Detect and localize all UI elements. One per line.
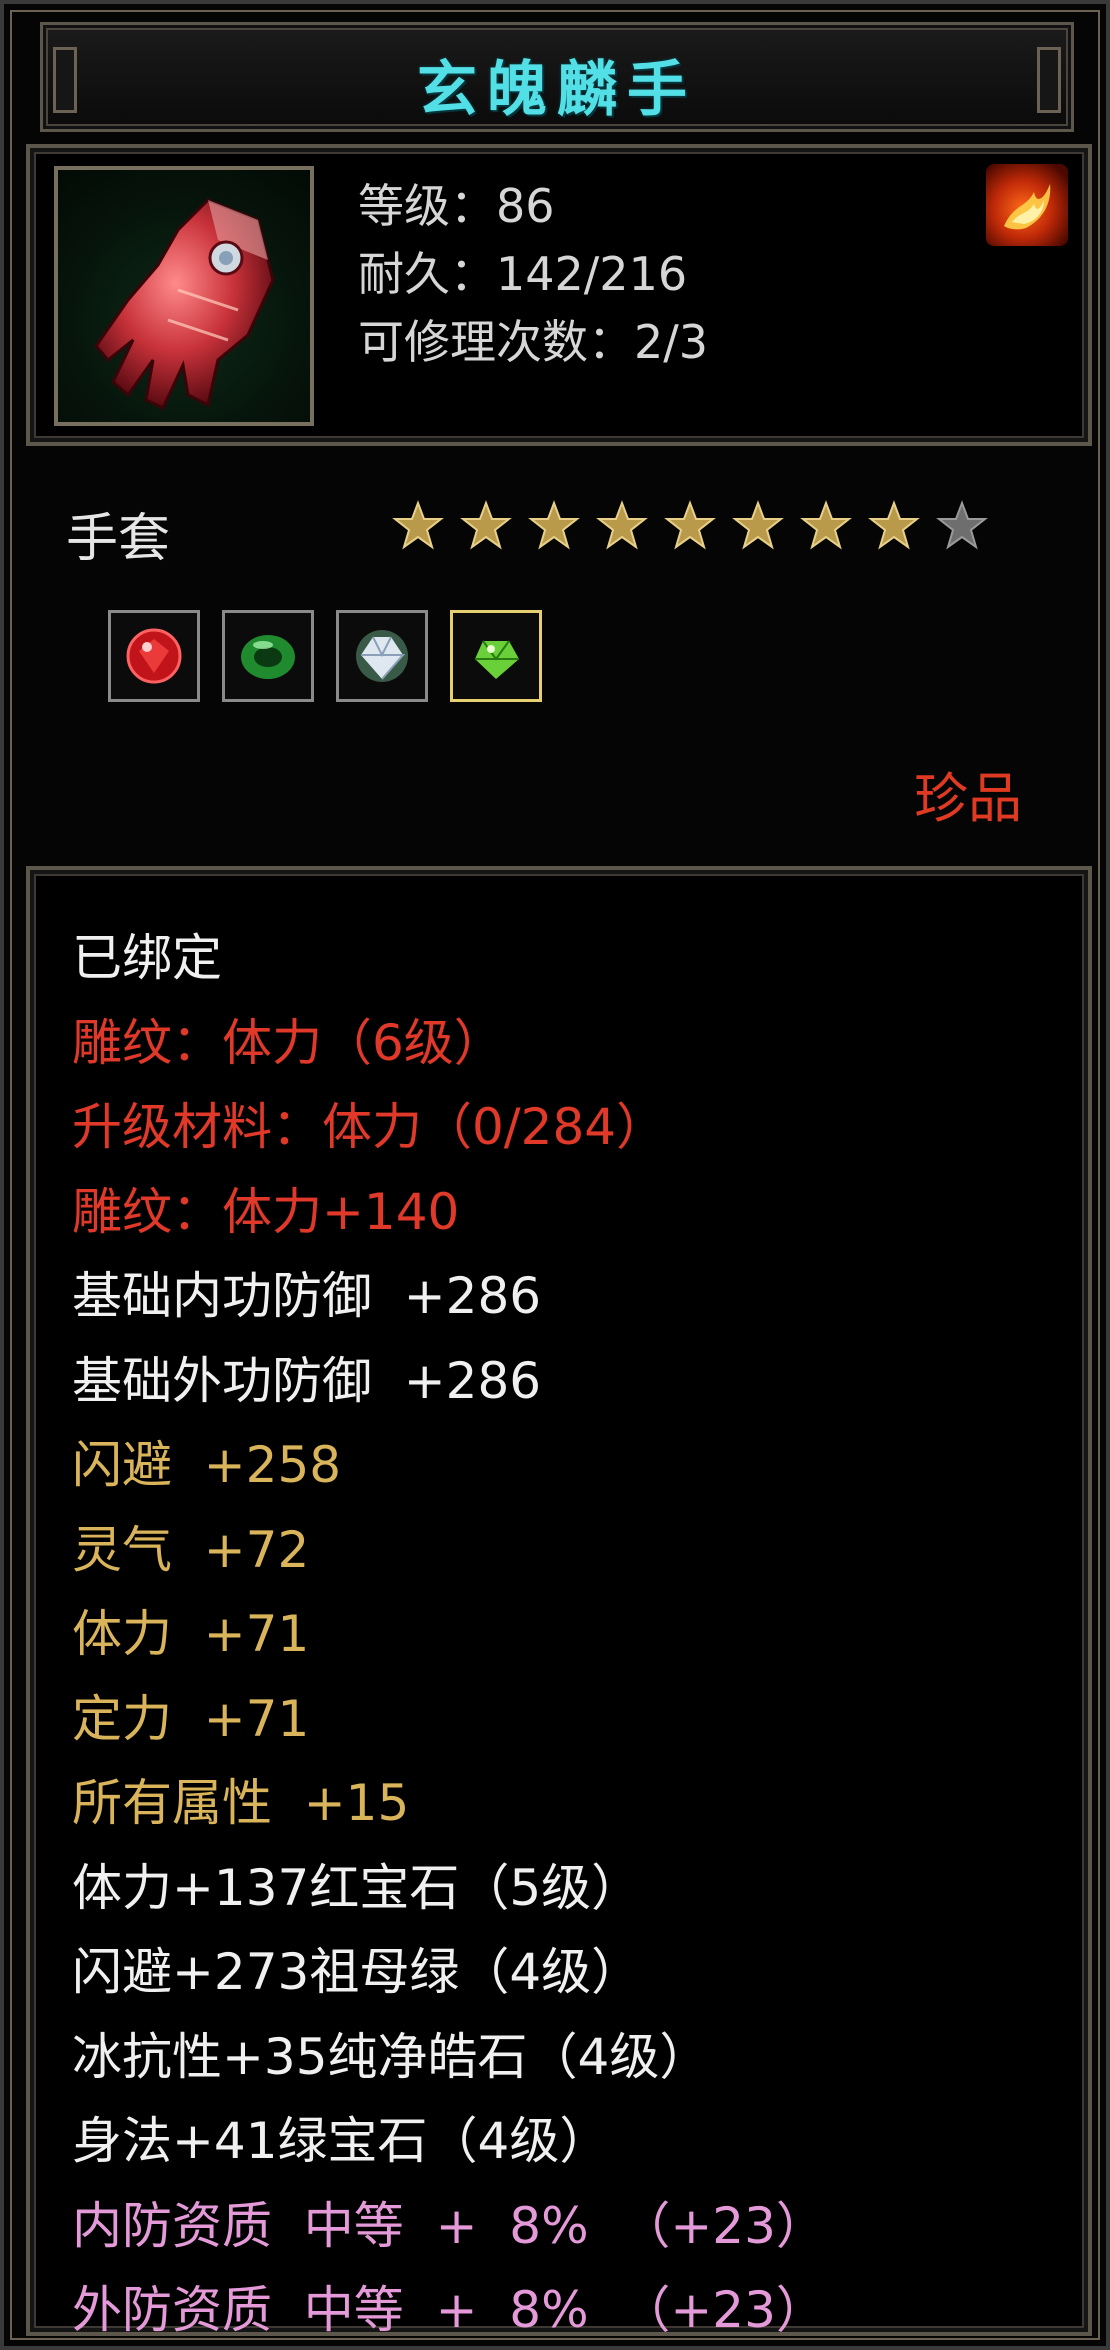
- attribute-line: 体力+137红宝石（5级）: [72, 1858, 642, 1917]
- rarity-label: 珍品: [914, 767, 1022, 830]
- item-tooltip-frame: 玄魄麟手 等级：86 耐久：142/216 可修理次数：2/3 手套 珍品 已绑…: [0, 0, 1110, 2350]
- attribute-line: 体力 +71: [72, 1605, 310, 1663]
- star-rating: [392, 500, 988, 552]
- star-filled-icon: [868, 500, 920, 550]
- gauntlet-icon: [54, 166, 314, 426]
- attribute-line: 基础外功防御 +286: [72, 1351, 542, 1410]
- fire-badge-icon: [986, 164, 1068, 246]
- item-durability: 耐久：142/216: [358, 247, 688, 301]
- attribute-list: 已绑定雕纹：体力（6级） 升级材料：体力（0/284） 雕纹：体力+140 基础内功防…: [26, 866, 1092, 2339]
- equipment-type: 手套: [66, 509, 171, 569]
- title-bar: 玄魄麟手: [40, 22, 1074, 132]
- star-filled-icon: [596, 500, 648, 550]
- item-repair-count: 可修理次数：2/3: [358, 315, 709, 369]
- attribute-line: 外防资质 中等 + 8% （+23）: [72, 2281, 826, 2339]
- attribute-line: 基础内功防御 +286: [72, 1267, 542, 1325]
- star-empty-icon: [936, 500, 988, 550]
- gem-slots: [108, 610, 542, 702]
- item-info-box: 等级：86 耐久：142/216 可修理次数：2/3: [26, 144, 1092, 446]
- attribute-line: 身法+41绿宝石（4级）: [72, 2112, 610, 2170]
- star-filled-icon: [392, 500, 444, 550]
- peridot-gem-icon[interactable]: [450, 610, 542, 702]
- emerald-gem-icon[interactable]: [222, 610, 314, 702]
- attribute-line: 闪避+273祖母绿（4级）: [72, 1943, 642, 2001]
- attribute-line: 灵气 +72: [72, 1520, 310, 1579]
- attribute-line: 定力 +71: [72, 1689, 310, 1748]
- attribute-line: 冰抗性+35纯净皓石（4级）: [72, 2027, 710, 2086]
- attribute-line: 内防资质 中等 + 8% （+23）: [72, 2196, 826, 2255]
- star-filled-icon: [664, 500, 716, 550]
- star-filled-icon: [732, 500, 784, 550]
- star-filled-icon: [460, 500, 512, 550]
- ruby-gem-icon[interactable]: [108, 610, 200, 702]
- attribute-line: 雕纹：体力（6级）: [72, 1013, 504, 1072]
- attribute-line: 升级材料：体力（0/284）: [72, 1098, 667, 1156]
- star-filled-icon: [800, 500, 852, 550]
- item-title: 玄魄麟手: [417, 55, 697, 125]
- item-level: 等级：86: [358, 179, 555, 233]
- attribute-line: 所有属性 +15: [72, 1774, 410, 1832]
- attribute-line: 雕纹：体力+140: [72, 1182, 460, 1241]
- star-filled-icon: [528, 500, 580, 550]
- attribute-line: 已绑定: [72, 929, 222, 987]
- attribute-line: 闪避 +258: [72, 1436, 342, 1494]
- diamond-gem-icon[interactable]: [336, 610, 428, 702]
